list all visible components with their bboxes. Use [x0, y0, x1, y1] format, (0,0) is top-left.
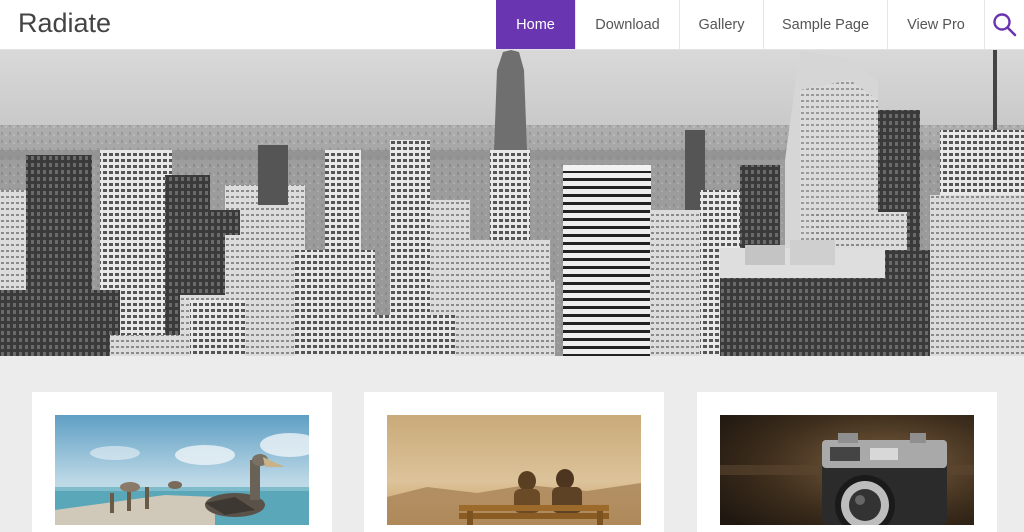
nav-item-gallery[interactable]: Gallery [679, 0, 763, 49]
main-nav: Home Download Gallery Sample Page View P… [496, 0, 984, 49]
post-card[interactable] [364, 392, 664, 532]
featured-posts [0, 356, 1024, 532]
search-icon [992, 12, 1016, 36]
post-card[interactable] [697, 392, 997, 532]
post-thumbnail[interactable] [387, 415, 641, 525]
couple-on-bench-photo [387, 415, 641, 525]
city-skyline-image [0, 50, 1024, 356]
search-button[interactable] [984, 0, 1024, 49]
nav-item-download[interactable]: Download [575, 0, 679, 49]
hero-image [0, 50, 1024, 356]
site-title[interactable]: Radiate [18, 8, 111, 39]
nav-item-home[interactable]: Home [496, 0, 575, 49]
post-thumbnail[interactable] [720, 415, 974, 525]
post-thumbnail[interactable] [55, 415, 309, 525]
vintage-camera-photo [720, 415, 974, 525]
post-card[interactable] [32, 392, 332, 532]
pelican-pier-photo [55, 415, 309, 525]
nav-item-sample-page[interactable]: Sample Page [763, 0, 887, 49]
site-header: Radiate Home Download Gallery Sample Pag… [0, 0, 1024, 50]
nav-item-view-pro[interactable]: View Pro [887, 0, 984, 49]
